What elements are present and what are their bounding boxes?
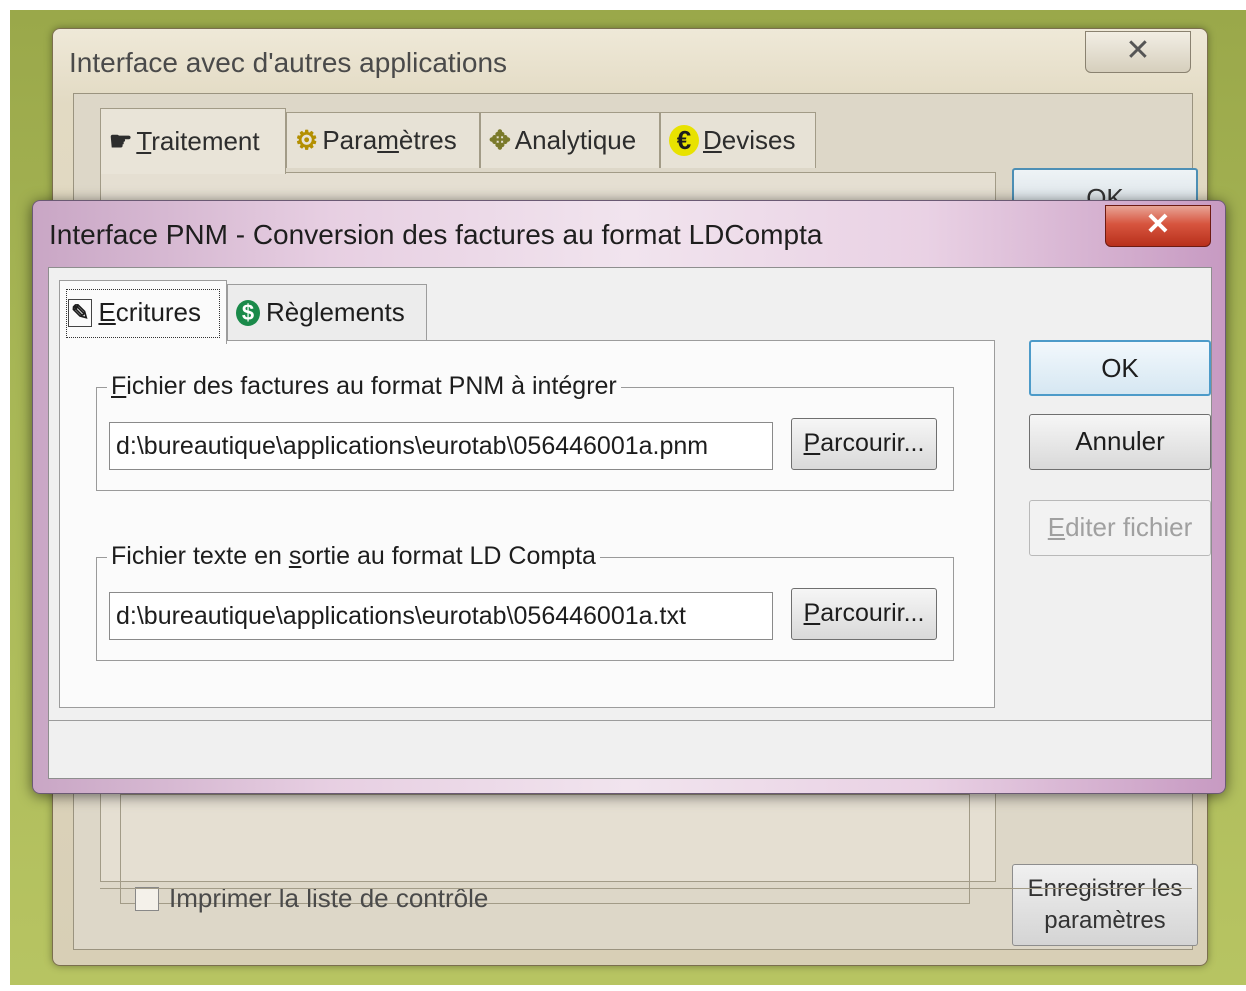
tab-label: Règlements xyxy=(266,297,405,327)
tab-label: Devises xyxy=(703,125,796,155)
input-file-field[interactable] xyxy=(109,422,773,470)
edit-file-button[interactable]: Editer fichier xyxy=(1029,500,1211,556)
output-file-field[interactable] xyxy=(109,592,773,640)
tab-ecritures[interactable]: ✎ Ecritures xyxy=(59,280,227,344)
tab-label: Paramètres xyxy=(322,125,457,155)
move-icon: ✥ xyxy=(489,125,511,155)
tab-label: Traitement xyxy=(136,126,260,156)
tab-reglements[interactable]: $ Règlements xyxy=(227,284,427,340)
dollar-icon: $ xyxy=(236,299,260,326)
output-file-legend: Fichier texte en sortie au format LD Com… xyxy=(107,542,600,571)
input-file-legend: Fichier des factures au format PNM à int… xyxy=(107,372,621,401)
back-status-bar xyxy=(100,888,1192,943)
tab-devises[interactable]: € Devises xyxy=(660,112,816,168)
input-file-group: Fichier des factures au format PNM à int… xyxy=(96,372,954,491)
tab-label: Ecritures xyxy=(98,297,202,327)
browse-output-button[interactable]: Parcourir... xyxy=(791,588,937,640)
tab-traitement[interactable]: ☛ Traitement xyxy=(100,108,286,174)
gear-icon: ⚙ xyxy=(295,125,319,155)
cancel-button[interactable]: Annuler xyxy=(1029,414,1211,470)
back-window-title: Interface avec d'autres applications xyxy=(69,47,508,78)
back-close-button[interactable]: ✕ xyxy=(1085,31,1191,73)
document-edit-icon: ✎ xyxy=(68,298,93,327)
tab-analytique[interactable]: ✥ Analytique xyxy=(480,112,660,168)
front-dialog-client: ✎ Ecritures $ Règlements Fichier des fac… xyxy=(48,267,1212,779)
output-file-group: Fichier texte en sortie au format LD Com… xyxy=(96,542,954,661)
euro-icon: € xyxy=(669,125,699,156)
front-close-button[interactable]: ✕ xyxy=(1105,205,1211,247)
ok-button[interactable]: OK xyxy=(1029,340,1211,396)
close-icon: ✕ xyxy=(1125,34,1151,67)
front-dialog: Interface PNM - Conversion des factures … xyxy=(32,200,1226,794)
tab-label: Analytique xyxy=(514,125,637,155)
ecritures-panel: Fichier des factures au format PNM à int… xyxy=(59,340,995,708)
browse-input-button[interactable]: Parcourir... xyxy=(791,418,937,470)
hand-icon: ☛ xyxy=(109,126,133,156)
close-icon: ✕ xyxy=(1145,208,1171,241)
front-dialog-title: Interface PNM - Conversion des factures … xyxy=(49,219,823,250)
front-status-bar xyxy=(49,720,1211,777)
tab-parametres[interactable]: ⚙ Paramètres xyxy=(286,112,480,168)
